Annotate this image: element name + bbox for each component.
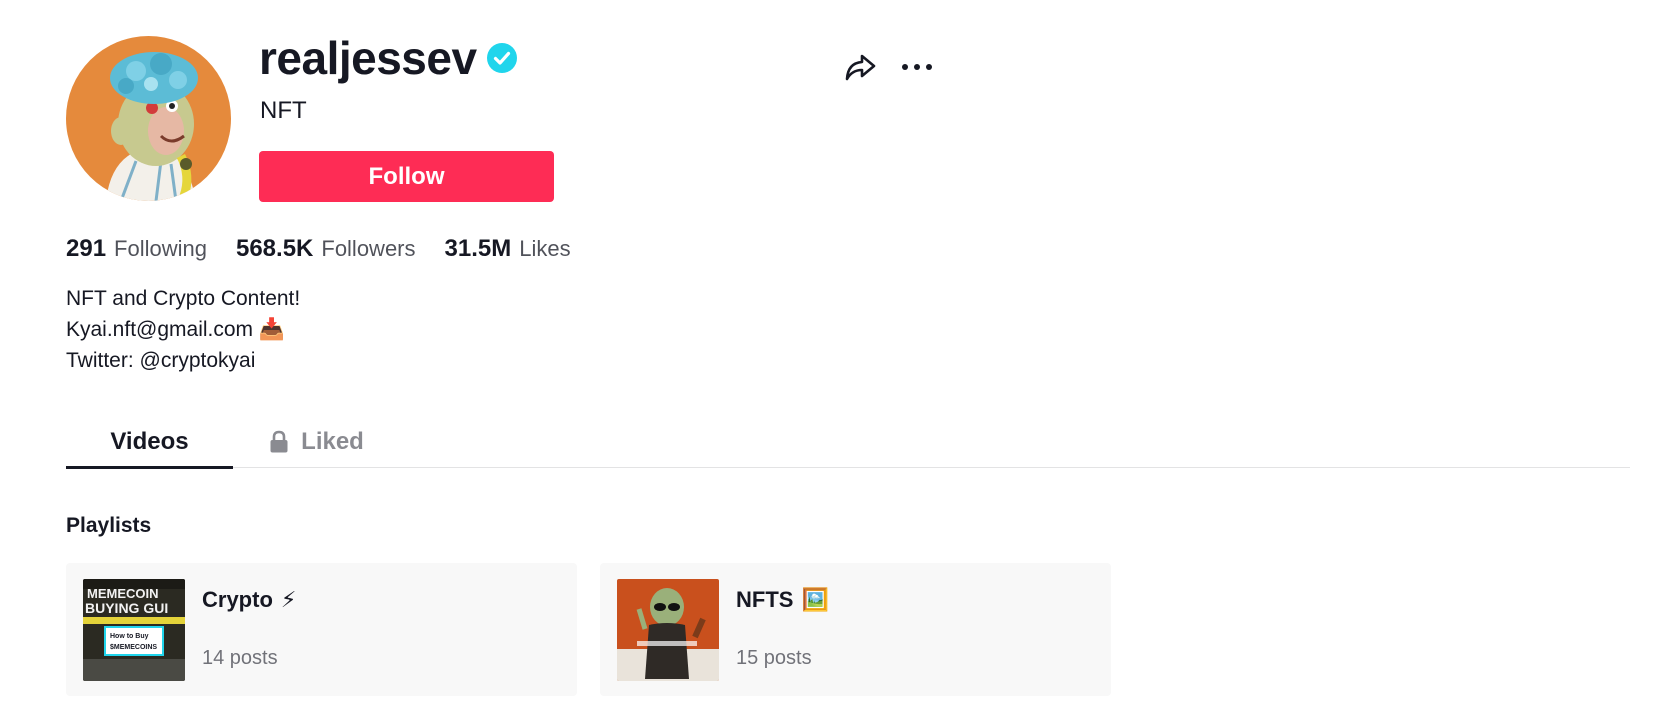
tab-liked[interactable]: Liked [233,416,400,468]
lock-icon [270,430,288,453]
profile-tabs: Videos Liked [66,416,1630,469]
playlist-thumbnail [617,579,719,681]
thumbnail-text: $MEMECOINS [110,644,157,651]
following-count: 291 [66,235,107,262]
thumbnail-text: BUYING GUI [85,600,168,616]
thumbnail-text: How to Buy [110,633,149,640]
stat-likes: 31.5M Likes [445,234,571,264]
bio-line: Twitter: @cryptokyai [66,349,256,372]
playlist-card-crypto[interactable]: MEMECOIN BUYING GUI How to Buy $MEMECOIN… [66,563,577,696]
avatar[interactable] [66,36,231,201]
username: realjessev [259,32,477,84]
bio: NFT and Crypto Content! Kyai.nft@gmail.c… [66,283,300,376]
followers-count: 568.5K [235,235,314,262]
following-label: Following [114,236,207,261]
followers-label: Followers [321,236,416,261]
likes-label: Likes [519,236,571,261]
stat-followers[interactable]: 568.5K Followers [236,234,416,264]
playlist-title: NFTS 🖼️ [736,587,829,613]
display-name: NFT [260,97,307,124]
playlist-post-count: 14 posts [202,647,278,669]
username-row: realjessev [259,30,517,86]
profile-stats: 291 Following 568.5K Followers 31.5M Lik… [66,234,600,264]
more-icon[interactable] [900,56,934,78]
share-icon[interactable] [843,50,877,84]
stat-following[interactable]: 291 Following [66,234,207,264]
follow-button[interactable]: Follow [259,151,554,202]
playlist-title: Crypto ⚡ [202,587,296,613]
ape-avatar-image [66,36,231,201]
tab-videos-label: Videos [110,428,189,455]
active-tab-indicator [66,466,233,469]
playlist-thumbnail: MEMECOIN BUYING GUI How to Buy $MEMECOIN… [83,579,185,681]
framed-picture-icon: 🖼️ [801,587,829,613]
lightning-icon: ⚡ [280,587,297,613]
likes-count: 31.5M [444,235,512,262]
thumbnail-text: MEMECOIN [87,586,159,601]
bio-line: Kyai.nft@gmail.com 📥 [66,318,286,341]
tab-videos[interactable]: Videos [66,416,233,468]
verified-badge-icon [486,43,517,73]
bio-line: NFT and Crypto Content! [66,287,301,310]
playlists-heading: Playlists [66,514,152,537]
playlist-card-nfts[interactable]: NFTS 🖼️ 15 posts [600,563,1111,696]
playlist-name: Crypto [202,587,273,612]
playlist-post-count: 15 posts [736,647,812,669]
tab-liked-label: Liked [301,428,364,455]
playlist-name: NFTS [736,587,794,612]
